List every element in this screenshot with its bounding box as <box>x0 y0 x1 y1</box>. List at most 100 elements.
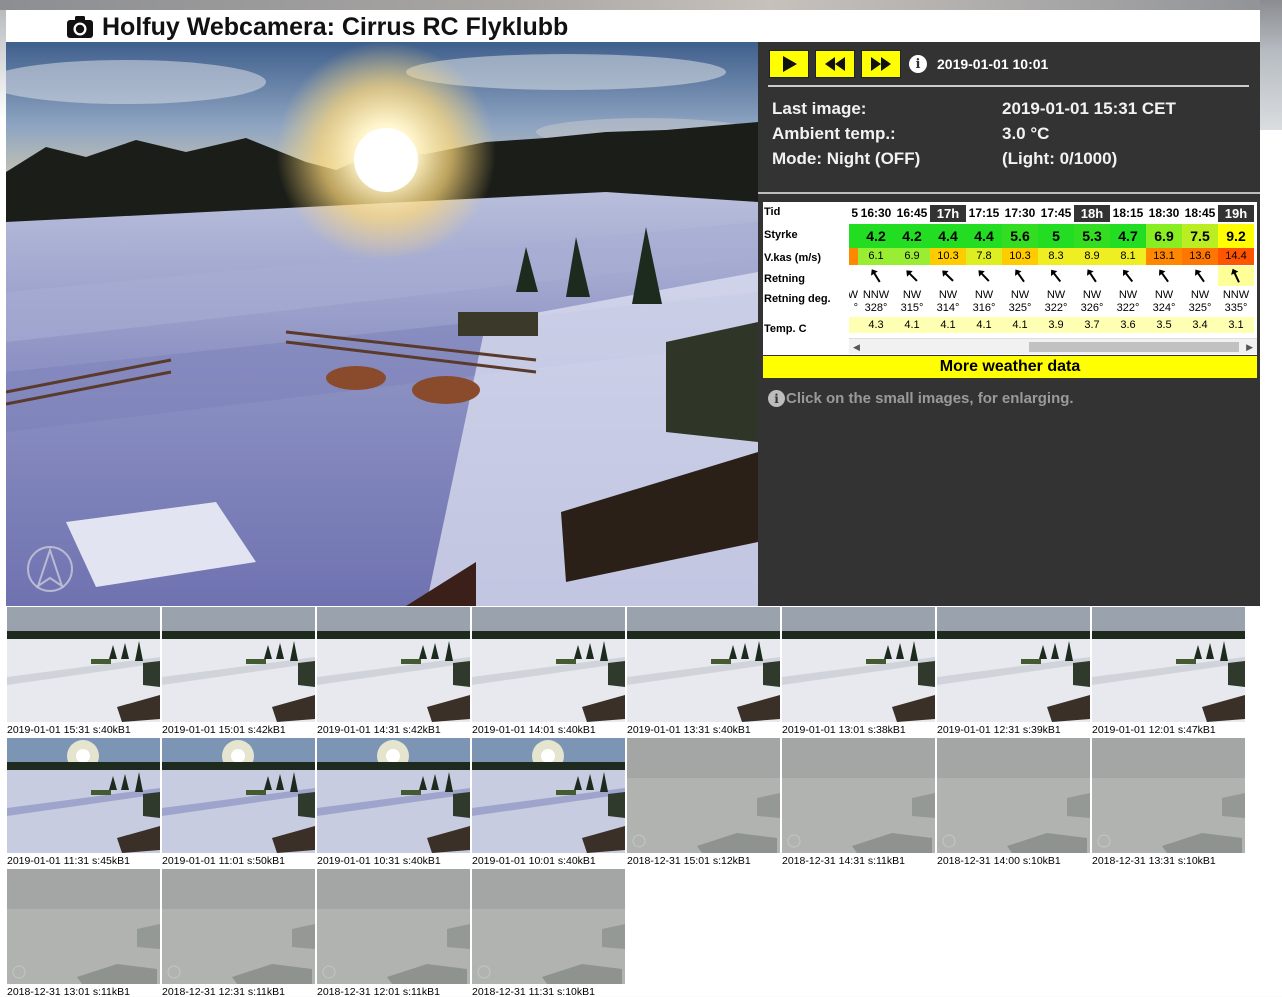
thumbnail-caption: 2019-01-01 11:31 s:45kB1 <box>7 855 130 867</box>
column-direction-deg: NW 324° <box>1146 288 1182 316</box>
camera-icon <box>67 16 93 38</box>
column-temp: 4.1 <box>966 317 1002 333</box>
thumbnail-caption: 2018-12-31 14:00 s:10kB1 <box>937 855 1061 867</box>
column-gust: 13.6 <box>1182 248 1218 265</box>
column-deg-text: 314° <box>936 302 960 314</box>
column-strength: 4.4 <box>966 224 1002 248</box>
thumbnail[interactable]: 2018-12-31 13:31 s:10kB1 <box>1091 737 1245 868</box>
weather-grid[interactable]: 5 W ° 16:30 4.2 6.1 NNW 328° 4.3 16:45 4.2 6.9 NW… <box>849 202 1257 338</box>
mode-row: Mode: Night (OFF) (Light: 0/1000) <box>772 146 1252 171</box>
weather-column: 17:30 5.6 10.3 NW 325° 4.1 <box>1002 202 1038 338</box>
last-image-label: Last image: <box>772 98 867 118</box>
row-label-time: Tid <box>764 206 781 218</box>
column-dir-text: NW <box>1154 289 1174 301</box>
weather-column-partial: 5 W ° <box>849 202 858 338</box>
thumbnail[interactable]: 2018-12-31 11:31 s:10kB1 <box>471 868 625 997</box>
info-icon[interactable]: i <box>909 55 927 73</box>
thumbnail-caption: 2019-01-01 14:01 s:40kB1 <box>472 724 596 736</box>
enlarge-hint-text: Click on the small images, for enlarging… <box>786 390 1074 407</box>
ambient-temp-value: 3.0 °C <box>1002 123 1050 143</box>
thumbnail-image <box>472 607 625 722</box>
thumbnail[interactable]: 2019-01-01 14:31 s:42kB1 <box>316 606 470 737</box>
thumbnail[interactable]: 2018-12-31 13:01 s:11kB1 <box>6 868 160 997</box>
thumbnail[interactable]: 2019-01-01 14:01 s:40kB1 <box>471 606 625 737</box>
column-temp: 3.9 <box>1038 317 1074 333</box>
column-direction <box>894 266 930 286</box>
thumbnail[interactable]: 2019-01-01 15:31 s:40kB1 <box>6 606 160 737</box>
column-time: 18h <box>1074 205 1110 222</box>
more-weather-data-button[interactable]: More weather data <box>763 356 1257 378</box>
divider <box>768 85 1249 87</box>
thumbnail-caption: 2019-01-01 15:01 s:42kB1 <box>162 724 286 736</box>
column-time: 18:45 <box>1184 206 1216 220</box>
weather-column: 16:30 4.2 6.1 NNW 328° 4.3 <box>858 202 894 338</box>
row-label-gust: V.kas (m/s) <box>764 252 822 264</box>
column-deg-text: 325° <box>1008 302 1032 314</box>
column-temp: 3.4 <box>1182 317 1218 333</box>
column-strength: 4.4 <box>930 224 966 248</box>
thumbnail-image <box>317 738 470 853</box>
rewind-button[interactable] <box>815 50 855 78</box>
column-dir-text: NW <box>1010 289 1030 301</box>
thumbnail-caption: 2019-01-01 11:01 s:50kB1 <box>162 855 285 867</box>
thumbnail[interactable]: 2019-01-01 12:01 s:47kB1 <box>1091 606 1245 737</box>
column-dir-text: W <box>849 289 858 301</box>
thumbnail[interactable]: 2019-01-01 11:01 s:50kB1 <box>161 737 315 868</box>
column-strength: 4.2 <box>858 224 894 248</box>
thumbnail-caption: 2018-12-31 11:31 s:10kB1 <box>472 986 595 997</box>
fast-forward-button[interactable] <box>861 50 901 78</box>
page-backdrop-right <box>1260 0 1282 130</box>
thumbnail-image <box>162 607 315 722</box>
column-direction <box>1182 266 1218 286</box>
thumbnail[interactable]: 2018-12-31 14:00 s:10kB1 <box>936 737 1090 868</box>
thumbnail[interactable]: 2019-01-01 10:31 s:40kB1 <box>316 737 470 868</box>
column-gust: 8.1 <box>1110 248 1146 265</box>
hint-info-icon: i <box>768 390 785 407</box>
thumbnail-caption: 2018-12-31 12:31 s:11kB1 <box>162 986 285 997</box>
thumbnail-image <box>7 869 160 984</box>
thumbnail[interactable]: 2018-12-31 14:31 s:11kB1 <box>781 737 935 868</box>
weather-column: 16:45 4.2 6.9 NW 315° 4.1 <box>894 202 930 338</box>
wind-direction-arrow-icon <box>1231 268 1240 283</box>
play-button[interactable] <box>769 50 809 78</box>
thumbnail-image <box>317 869 470 984</box>
thumbnail[interactable]: 2019-01-01 12:31 s:39kB1 <box>936 606 1090 737</box>
column-direction-deg: NW 326° <box>1074 288 1110 316</box>
thumbnail[interactable]: 2019-01-01 15:01 s:42kB1 <box>161 606 315 737</box>
thumbnail-image <box>472 869 625 984</box>
scrollbar-thumb[interactable] <box>1029 342 1239 352</box>
wind-direction-arrow-icon <box>1195 269 1205 283</box>
weather-scrollbar[interactable]: ◀ ▶ <box>849 338 1257 354</box>
thumbnail[interactable]: 2019-01-01 11:31 s:45kB1 <box>6 737 160 868</box>
thumbnail[interactable]: 2018-12-31 15:01 s:12kB1 <box>626 737 780 868</box>
thumbnail-image <box>937 738 1090 853</box>
column-temp: 3.7 <box>1074 317 1110 333</box>
column-time: 17:30 <box>1004 206 1036 220</box>
weather-column: 18:15 4.7 8.1 NW 322° 3.6 <box>1110 202 1146 338</box>
enlarge-hint: i Click on the small images, for enlargi… <box>768 390 1074 407</box>
thumbnail-caption: 2019-01-01 14:31 s:42kB1 <box>317 724 441 736</box>
thumbnail[interactable]: 2019-01-01 13:01 s:38kB1 <box>781 606 935 737</box>
main-webcam-image[interactable] <box>6 42 758 606</box>
row-label-direction-deg: Retning deg. <box>764 293 831 305</box>
ambient-temp-row: Ambient temp.: 3.0 °C <box>772 121 1252 146</box>
column-temp: 3.6 <box>1110 317 1146 333</box>
column-time: 18:15 <box>1112 206 1144 220</box>
thumbnail[interactable]: 2019-01-01 13:31 s:40kB1 <box>626 606 780 737</box>
thumbnail-image <box>162 738 315 853</box>
thumbnail[interactable]: 2019-01-01 10:01 s:40kB1 <box>471 737 625 868</box>
scroll-right-icon[interactable]: ▶ <box>1246 342 1253 353</box>
weather-table: Tid Styrke V.kas (m/s) Retning Retning d… <box>763 202 1257 355</box>
column-gust: 7.8 <box>966 248 1002 265</box>
thumbnail-image <box>162 869 315 984</box>
current-image-time: 2019-01-01 10:01 <box>937 56 1049 72</box>
column-time: 18:30 <box>1148 206 1180 220</box>
weather-column: 19h 9.2 14.4 NNW 335° 3.1 <box>1218 202 1254 338</box>
thumbnail-caption: 2018-12-31 14:31 s:11kB1 <box>782 855 905 867</box>
thumbnail[interactable]: 2018-12-31 12:01 s:11kB1 <box>316 868 470 997</box>
ambient-temp-label: Ambient temp.: <box>772 123 896 143</box>
scroll-left-icon[interactable]: ◀ <box>853 342 860 353</box>
column-time: 17h <box>930 205 966 222</box>
thumbnail[interactable]: 2018-12-31 12:31 s:11kB1 <box>161 868 315 997</box>
wind-direction-arrow-icon <box>942 270 954 282</box>
